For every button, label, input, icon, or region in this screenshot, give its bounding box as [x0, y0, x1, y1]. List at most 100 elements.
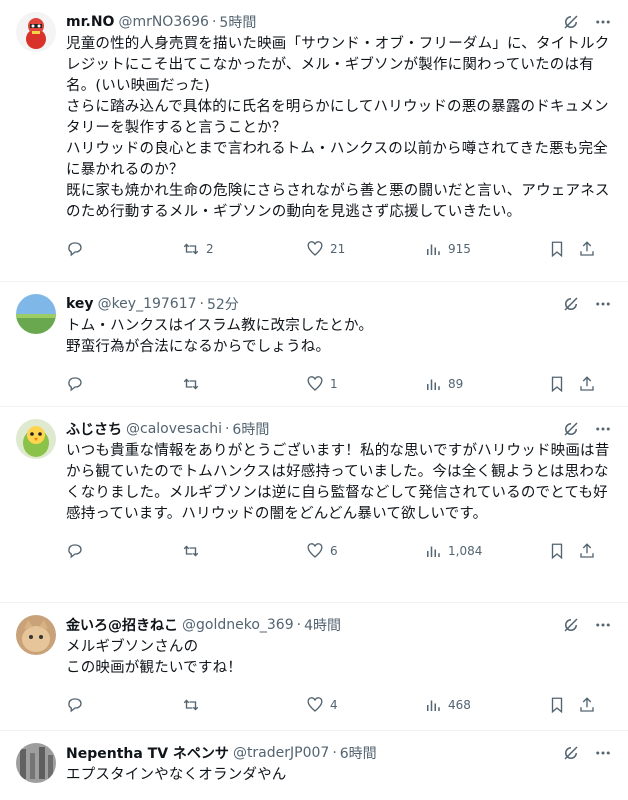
author-handle[interactable]: @calovesachi [126, 421, 222, 437]
post-time[interactable]: 6時間 [232, 419, 269, 439]
repost-button[interactable]: 2 [182, 240, 306, 258]
bookmark-button[interactable] [548, 696, 578, 714]
reply-icon [68, 242, 82, 257]
like-button[interactable]: 21 [306, 240, 424, 258]
post-text: 児童の性的人身売買を描いた映画「サウンド・オブ・フリーダム」に、タイトルクレジッ… [66, 36, 610, 220]
post-item[interactable]: 金いろ@招きねこ @goldneko_369 · 4時間 メルギブソンさんの こ… [0, 603, 628, 731]
like-icon [307, 697, 323, 712]
repost-icon [183, 243, 199, 255]
separator-dot: · [224, 421, 230, 437]
reply-button[interactable] [66, 696, 182, 714]
bookmark-icon [551, 697, 563, 714]
views-button[interactable]: 468 [424, 696, 548, 714]
author-handle[interactable]: @goldneko_369 [182, 617, 294, 633]
post-item[interactable]: Nepentha TV ネペンサ @traderJP007 · 6時間 エプスタ… [0, 731, 628, 800]
author-handle[interactable]: @key_197617 [98, 296, 197, 312]
views-count: 1,084 [448, 544, 483, 558]
post-actions: 2 21 915 [66, 227, 612, 271]
avatar[interactable] [16, 419, 56, 459]
post-time[interactable]: 6時間 [340, 743, 377, 763]
bookmark-icon [551, 241, 563, 258]
share-button[interactable] [578, 696, 596, 714]
share-icon [580, 543, 594, 558]
reply-icon [68, 377, 82, 392]
grok-icon[interactable] [562, 295, 580, 313]
share-button[interactable] [578, 542, 596, 560]
reply-button[interactable] [66, 542, 182, 560]
separator-dot: · [211, 14, 217, 30]
share-icon [580, 697, 594, 712]
bookmark-button[interactable] [548, 240, 578, 258]
post-time[interactable]: 4時間 [304, 615, 341, 635]
views-icon [427, 379, 440, 390]
author-name[interactable]: mr.NO [66, 14, 114, 30]
repost-button[interactable] [182, 375, 306, 393]
repost-icon [183, 545, 199, 557]
views-button[interactable]: 89 [424, 375, 548, 393]
post-item[interactable]: mr.NO @mrNO3696 · 5時間 児童の性的人身売買を描いた映画「サウ… [0, 0, 628, 282]
views-icon [427, 546, 440, 557]
views-icon [427, 244, 440, 255]
avatar[interactable] [16, 615, 56, 655]
grok-icon[interactable] [562, 744, 580, 762]
author-name[interactable]: key [66, 296, 94, 312]
like-count: 6 [330, 544, 338, 558]
like-icon [307, 543, 323, 558]
grok-icon[interactable] [562, 420, 580, 438]
share-button[interactable] [578, 240, 596, 258]
bookmark-icon [551, 543, 563, 560]
grok-icon[interactable] [562, 616, 580, 634]
post-time[interactable]: 5時間 [219, 12, 256, 32]
post-time[interactable]: 52分 [207, 294, 239, 314]
bookmark-icon [551, 376, 563, 393]
avatar[interactable] [16, 294, 56, 334]
grok-icon[interactable] [562, 13, 580, 31]
views-count: 468 [448, 698, 471, 712]
repost-button[interactable] [182, 696, 306, 714]
post-text: エプスタインやなくオランダやん [66, 767, 287, 783]
post-actions: 6 1,084 [66, 529, 612, 573]
post-item[interactable]: key @key_197617 · 52分 トム・ハンクスはイスラム教に改宗した… [0, 282, 628, 407]
like-button[interactable]: 6 [306, 542, 424, 560]
repost-button[interactable] [182, 542, 306, 560]
avatar[interactable] [16, 743, 56, 783]
views-count: 915 [448, 242, 471, 256]
reply-button[interactable] [66, 375, 182, 393]
separator-dot: · [199, 296, 204, 312]
repost-icon [183, 378, 199, 390]
like-icon [307, 241, 323, 256]
like-button[interactable]: 4 [306, 696, 424, 714]
author-name[interactable]: 金いろ@招きねこ [66, 615, 178, 635]
views-button[interactable]: 1,084 [424, 542, 548, 560]
avatar[interactable] [16, 12, 56, 52]
share-button[interactable] [578, 375, 596, 393]
separator-dot: · [332, 745, 337, 761]
views-button[interactable]: 915 [424, 240, 548, 258]
more-icon[interactable] [594, 13, 612, 31]
more-icon[interactable] [594, 420, 612, 438]
author-handle[interactable]: @mrNO3696 [118, 14, 209, 30]
share-icon [580, 376, 594, 391]
separator-dot: · [296, 617, 302, 633]
post-actions: 4 468 [66, 683, 612, 727]
repost-count: 2 [206, 242, 214, 256]
like-icon [307, 376, 323, 391]
bookmark-button[interactable] [548, 375, 578, 393]
more-icon[interactable] [594, 744, 612, 762]
like-count: 4 [330, 698, 338, 712]
like-button[interactable]: 1 [306, 375, 424, 393]
views-count: 89 [448, 377, 464, 391]
reply-icon [68, 698, 82, 713]
more-icon[interactable] [594, 616, 612, 634]
bookmark-button[interactable] [548, 542, 578, 560]
like-count: 1 [330, 377, 338, 391]
reply-icon [68, 544, 82, 559]
post-item[interactable]: ふじさち @calovesachi · 6時間 いつも貴重な情報をありがとうござ… [0, 407, 628, 603]
author-name[interactable]: Nepentha TV ネペンサ [66, 743, 229, 763]
post-text: いつも貴重な情報をありがとうございます！私的な思いですがハリウッド映画は昔から観… [66, 443, 610, 522]
author-handle[interactable]: @traderJP007 [233, 745, 329, 761]
more-icon[interactable] [594, 295, 612, 313]
author-name[interactable]: ふじさち [66, 419, 122, 439]
like-count: 21 [330, 242, 346, 256]
reply-button[interactable] [66, 240, 182, 258]
